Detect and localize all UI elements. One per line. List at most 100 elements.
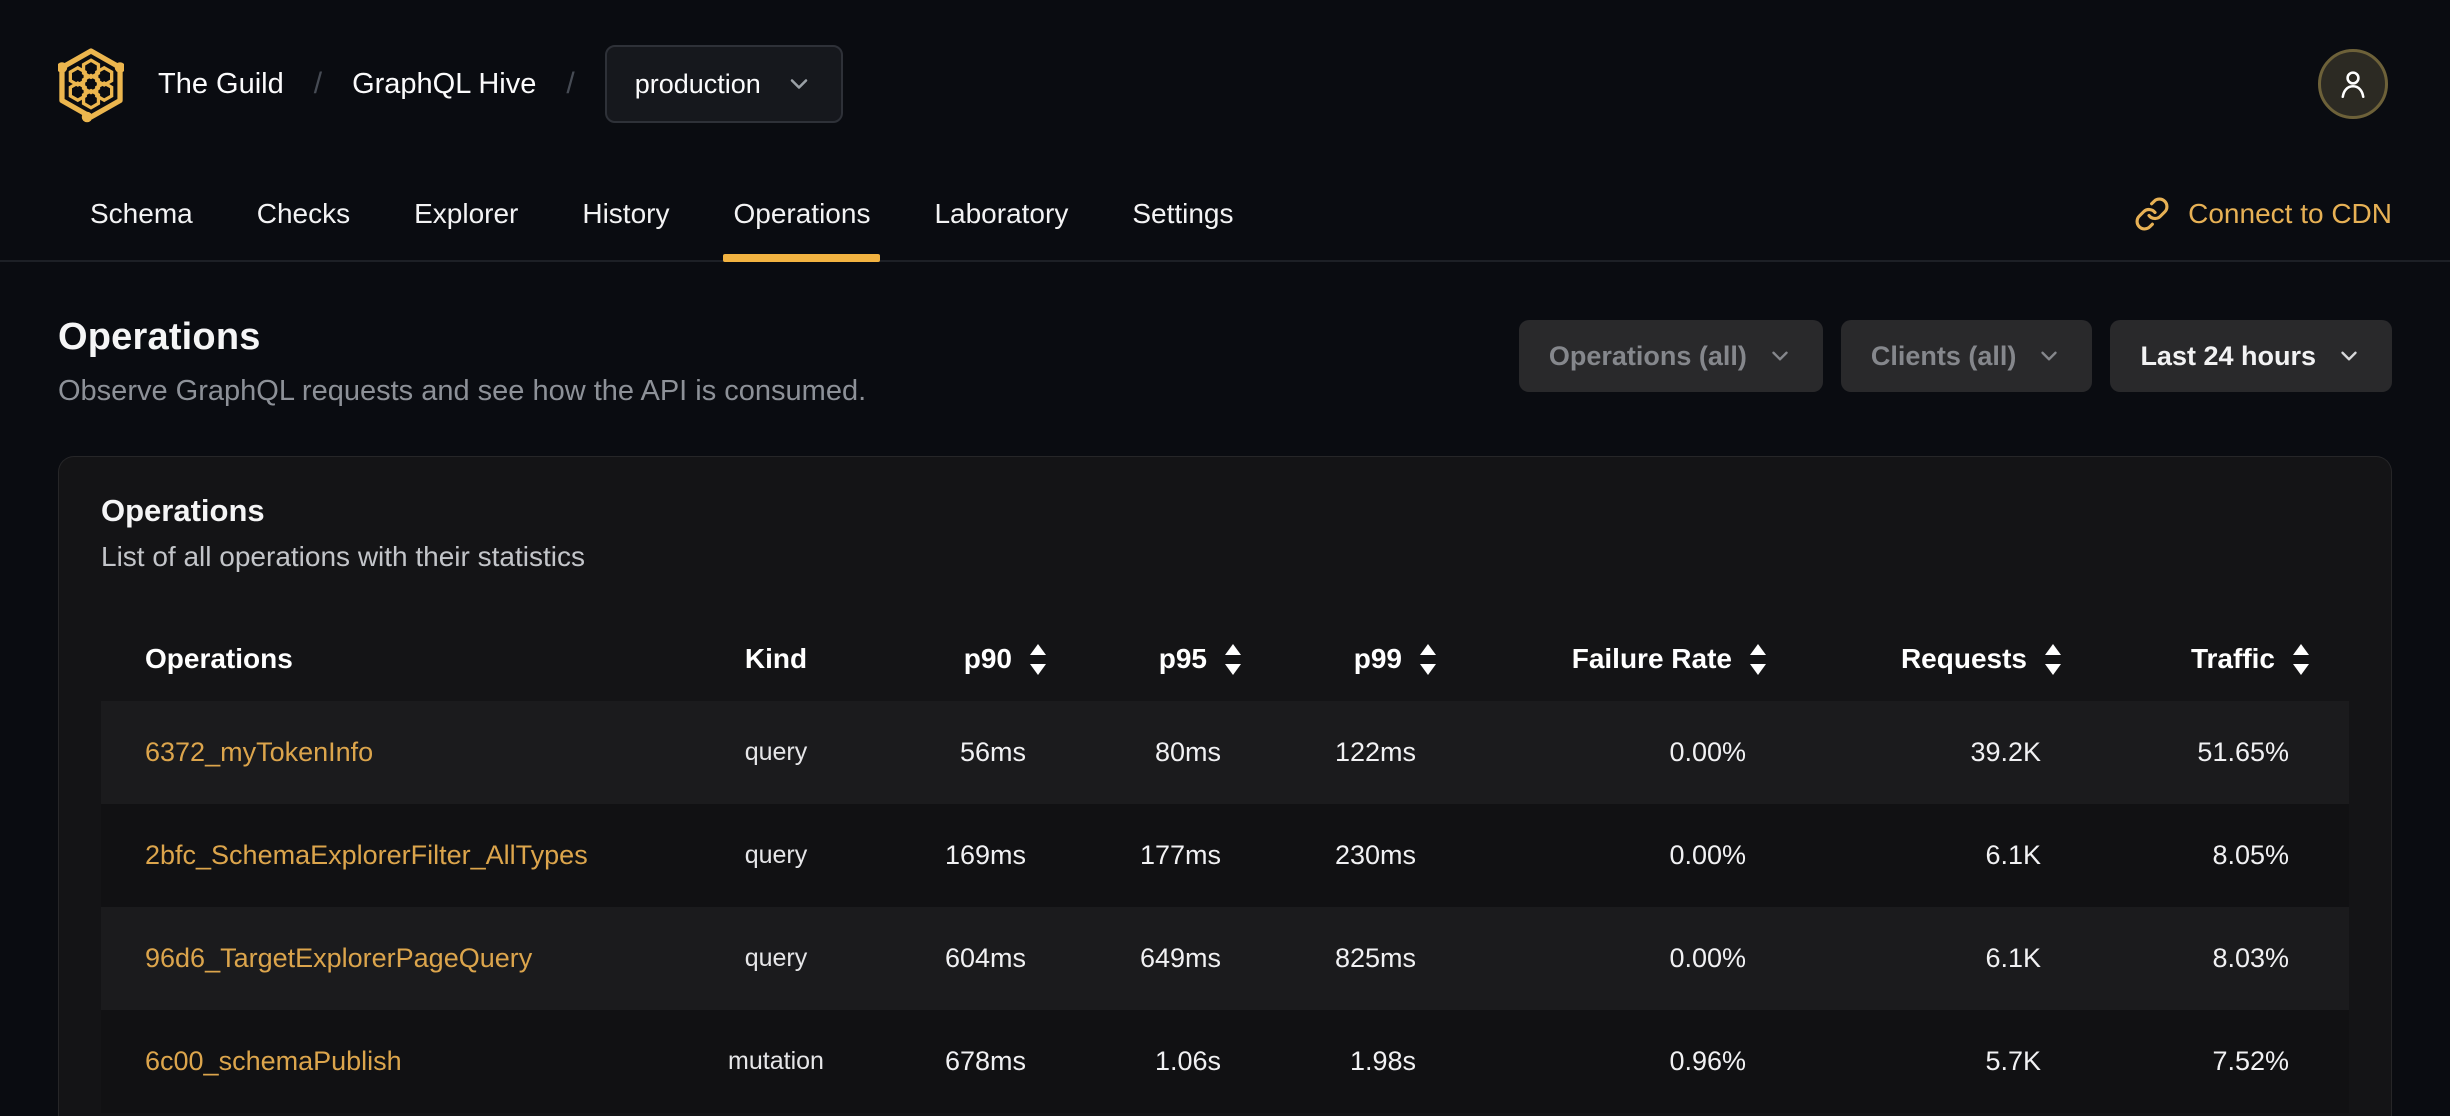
sort-arrows-icon	[2293, 643, 2309, 675]
period-filter-label: Last 24 hours	[2140, 340, 2316, 371]
operation-traffic-cell: 7.52%	[2212, 1046, 2289, 1076]
operations-filter-dropdown[interactable]: Operations (all)	[1518, 320, 1823, 392]
chevron-down-icon	[785, 70, 813, 98]
operation-p90-cell: 169ms	[944, 840, 1026, 870]
breadcrumb: The Guild / GraphQL Hive / production	[58, 43, 843, 125]
column-header-traffic[interactable]: Traffic	[2101, 643, 2349, 675]
table-body: 6372_myTokenInfoquery 56ms 80ms 122ms 0.00% 3…	[101, 701, 2349, 1113]
card-title: Operations	[101, 493, 265, 528]
operation-traffic-cell: 51.65%	[2197, 737, 2289, 767]
operation-requests-cell: 5.7K	[1985, 1046, 2041, 1076]
breadcrumb-project[interactable]: GraphQL Hive	[352, 68, 536, 101]
table-row: 2bfc_SchemaExplorerFilter_AllTypes query 1…	[101, 804, 2349, 907]
filter-bar: Operations (all) Clients (all) Last 24 h…	[1518, 316, 2392, 392]
tab-history[interactable]: History	[550, 168, 701, 260]
operation-traffic-cell: 8.03%	[2212, 943, 2289, 973]
operation-link[interactable]: 96d6_TargetExplorerPageQuery	[145, 943, 532, 973]
operation-name-cell: 96d6_TargetExplorerPageQuery	[101, 943, 661, 974]
operation-p99-cell: 1.98s	[1349, 1046, 1416, 1076]
operation-p99-cell: 825ms	[1334, 943, 1416, 973]
operation-p95-cell: 1.06s	[1154, 1046, 1221, 1076]
page-header: Operations Observe GraphQL requests and …	[0, 262, 2450, 408]
target-selector-value: production	[634, 68, 761, 99]
tab-checks[interactable]: Checks	[225, 168, 382, 260]
column-header-kind: Kind	[661, 643, 891, 675]
page-title-block: Operations Observe GraphQL requests and …	[58, 316, 866, 408]
connect-cdn-label: Connect to CDN	[2188, 198, 2392, 229]
column-header-p90[interactable]: p90	[891, 643, 1086, 675]
operation-link[interactable]: 2bfc_SchemaExplorerFilter_AllTypes	[145, 840, 588, 870]
operation-name-cell: 6c00_schemaPublish	[101, 1046, 661, 1077]
column-header-requests[interactable]: Requests	[1806, 643, 2101, 675]
column-label: Requests	[1900, 643, 2027, 674]
operations-filter-label: Operations (all)	[1548, 340, 1747, 371]
sort-arrows-icon	[1225, 643, 1241, 675]
operation-p95-cell: 649ms	[1139, 943, 1221, 973]
connect-cdn-link[interactable]: Connect to CDN	[2134, 196, 2392, 232]
column-label: p90	[963, 643, 1012, 674]
hive-logo-icon[interactable]	[58, 43, 124, 125]
tab-laboratory[interactable]: Laboratory	[902, 168, 1100, 260]
column-label: Kind	[744, 643, 808, 674]
page-subtitle: Observe GraphQL requests and see how the…	[58, 375, 867, 407]
chevron-down-icon	[1767, 343, 1793, 369]
column-label: p95	[1158, 643, 1207, 674]
sort-arrows-icon	[1420, 643, 1436, 675]
clients-filter-label: Clients (all)	[1870, 340, 2017, 371]
breadcrumb-separator: /	[566, 67, 575, 100]
operation-requests-cell: 6.1K	[1985, 840, 2041, 870]
page-title: Operations	[58, 316, 261, 358]
column-label: Operations	[145, 643, 293, 674]
sort-arrows-icon	[1750, 643, 1766, 675]
chevron-down-icon	[2336, 343, 2362, 369]
operation-p99-cell: 122ms	[1334, 737, 1416, 767]
operation-p99-cell: 230ms	[1334, 840, 1416, 870]
operation-failure-rate-cell: 0.00%	[1669, 840, 1746, 870]
operation-kind-cell: mutation	[728, 1047, 824, 1075]
operations-card: Operations List of all operations with t…	[58, 456, 2392, 1116]
tab-schema[interactable]: Schema	[58, 168, 225, 260]
table-header-row: Operations Kind p90 p95 p99 Failure Rate Reque…	[101, 617, 2349, 701]
operation-name-cell: 2bfc_SchemaExplorerFilter_AllTypes	[101, 840, 661, 871]
operation-p90-cell: 604ms	[944, 943, 1026, 973]
link-chain-icon	[2134, 196, 2170, 232]
operation-failure-rate-cell: 0.00%	[1669, 943, 1746, 973]
tab-settings[interactable]: Settings	[1100, 168, 1265, 260]
nav-tabs-list: Schema Checks Explorer History Operations Lab…	[58, 168, 1266, 262]
top-bar: The Guild / GraphQL Hive / production	[0, 0, 2450, 168]
user-avatar-button[interactable]	[2318, 49, 2388, 119]
operation-p95-cell: 80ms	[1154, 737, 1221, 767]
clients-filter-dropdown[interactable]: Clients (all)	[1840, 320, 2093, 392]
operation-link[interactable]: 6c00_schemaPublish	[145, 1046, 402, 1076]
breadcrumb-org[interactable]: The Guild	[158, 68, 284, 101]
table-row: 6372_myTokenInfo query 56ms 80ms 122ms 0.00% 3…	[101, 701, 2349, 804]
operation-link[interactable]: 6372_myTokenInfo	[145, 737, 373, 767]
main-content: Operations Observe GraphQL requests and …	[0, 262, 2450, 1116]
column-label: Failure Rate	[1571, 643, 1732, 674]
operation-p95-cell: 177ms	[1139, 840, 1221, 870]
operation-failure-rate-cell: 0.00%	[1669, 737, 1746, 767]
operation-failure-rate-cell: 0.96%	[1669, 1046, 1746, 1076]
period-filter-dropdown[interactable]: Last 24 hours	[2110, 320, 2392, 392]
sort-arrows-icon	[2045, 643, 2061, 675]
chevron-down-icon	[2036, 343, 2062, 369]
column-label: Traffic	[2190, 643, 2275, 674]
tab-operations[interactable]: Operations	[701, 168, 902, 262]
column-header-operations: Operations	[101, 643, 661, 675]
card-subtitle: List of all operations with their statis…	[101, 541, 585, 572]
column-header-p99[interactable]: p99	[1281, 643, 1476, 675]
operation-p90-cell: 56ms	[959, 737, 1026, 767]
nav-tabs: Schema Checks Explorer History Operations Lab…	[0, 168, 2450, 262]
sort-arrows-icon	[1030, 643, 1046, 675]
target-selector[interactable]: production	[604, 45, 843, 123]
operations-table: Operations Kind p90 p95 p99 Failure Rate Reque…	[101, 617, 2349, 1113]
operation-requests-cell: 6.1K	[1985, 943, 2041, 973]
operation-kind-cell: query	[744, 841, 808, 869]
column-header-p95[interactable]: p95	[1086, 643, 1281, 675]
column-label: p99	[1353, 643, 1402, 674]
table-row: 96d6_TargetExplorerPageQuery query 604ms 64…	[101, 907, 2349, 1010]
table-row: 6c00_schemaPublish mutation 678ms 1.06s 1.98…	[101, 1010, 2349, 1113]
tab-explorer[interactable]: Explorer	[382, 168, 550, 260]
column-header-failure-rate[interactable]: Failure Rate	[1476, 643, 1806, 675]
operation-requests-cell: 39.2K	[1970, 737, 2041, 767]
